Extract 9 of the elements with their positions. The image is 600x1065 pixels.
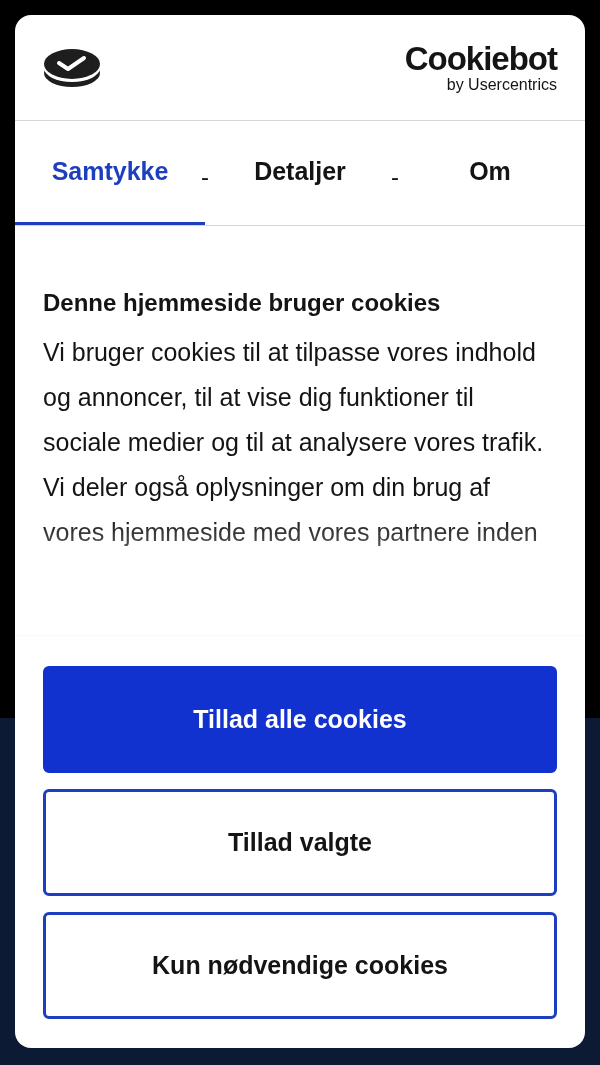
brand-tagline: by Usercentrics: [446, 77, 557, 93]
tab-separator: -: [391, 162, 399, 192]
dialog-heading: Denne hjemmeside bruger cookies: [43, 288, 442, 318]
consent-button[interactable]: Kun nødvendige cookies: [43, 912, 557, 1019]
brand-logo: Cookiebot: [404, 42, 557, 75]
consent-button[interactable]: Tillad alle cookies: [43, 666, 557, 773]
consent-button[interactable]: Tillad valgte: [43, 789, 557, 896]
dialog-description: Vi bruger cookies til at tilpasse vores indhold og annoncer, til at vise dig funktioner til sociale medier og til at analysere vores trafik. Vi deler også oplysninger om din brug af vores hjemmeside med vores partnere inden: [43, 337, 545, 548]
cookie-check-icon: [43, 46, 101, 89]
